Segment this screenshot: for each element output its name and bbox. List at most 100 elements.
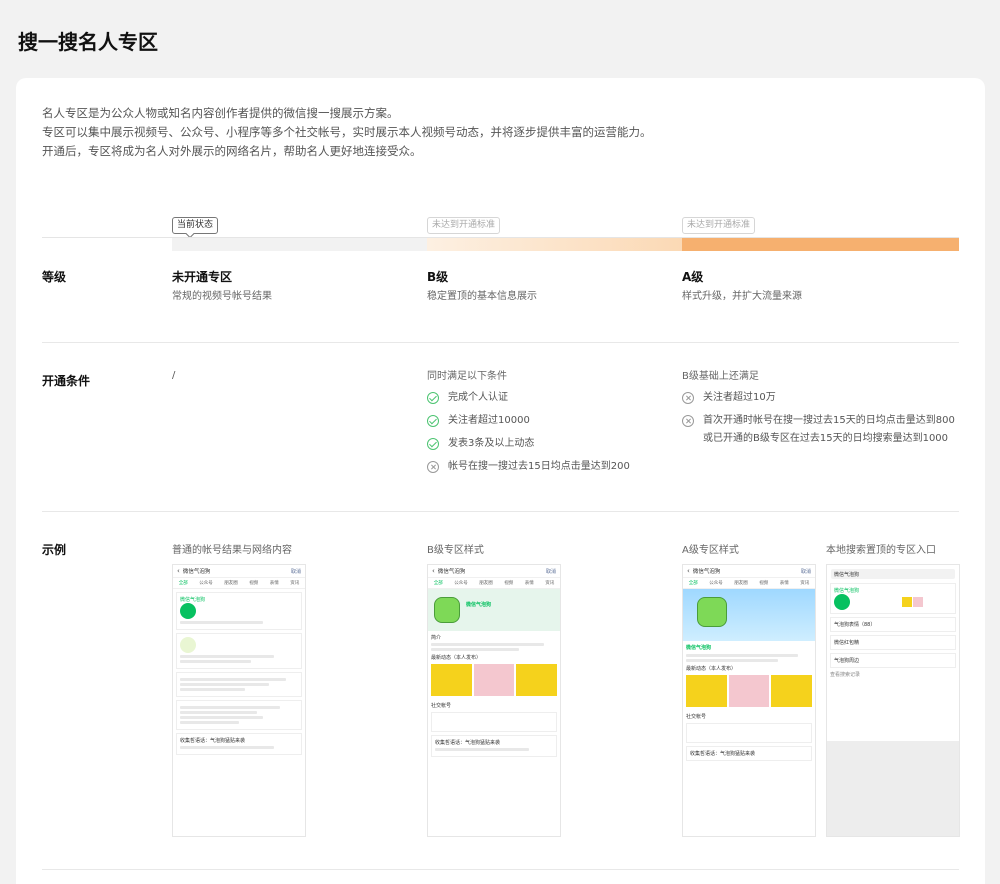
- phone-query: 微信气泡狗: [834, 572, 860, 578]
- phone-local-item-label: 气泡狗周边: [834, 658, 860, 664]
- phone-local-item: 气泡狗表情（88）: [830, 617, 956, 632]
- phone-intro-label: 简介: [431, 635, 442, 641]
- placeholder-line: [435, 748, 530, 751]
- video-thumbnail: [516, 664, 558, 696]
- phone-result-block: [176, 672, 302, 697]
- level-bar-b: [427, 238, 682, 251]
- phone-tab: 资讯: [290, 581, 300, 586]
- conditions-b-heading: 同时满足以下条件: [427, 371, 507, 382]
- phone-tab: 视频: [249, 581, 259, 586]
- conditions-b: 同时满足以下条件 完成个人认证 关注者超过10000 发表3条及以上动态 帐号在…: [427, 370, 630, 481]
- phone-tab: 表情: [524, 581, 534, 586]
- phone-tab: 公众号: [199, 581, 213, 586]
- phone-tab: 全部: [433, 581, 443, 586]
- phone-social-accounts: [686, 723, 812, 743]
- condition-item: 帐号在搜一搜过去15日均点击量达到200: [427, 458, 630, 476]
- condition-item: 关注者超过10000: [427, 412, 630, 430]
- avatar: [180, 637, 196, 653]
- phone-local-item: 微信红包精: [830, 635, 956, 650]
- placeholder-line: [431, 648, 520, 651]
- phone-account-name: 微信气泡狗: [466, 602, 492, 608]
- placeholder-line: [180, 716, 263, 719]
- example-title-b: B级专区样式: [427, 545, 484, 556]
- placeholder-line: [180, 746, 275, 749]
- condition-text: 帐号在搜一搜过去15日均点击量达到200: [448, 461, 630, 472]
- phone-tab: 表情: [779, 581, 789, 586]
- placeholder-line: [180, 660, 251, 663]
- placeholder-line: [180, 721, 239, 724]
- placeholder-line: [686, 659, 779, 662]
- phone-account-name: 微信气泡狗: [686, 645, 712, 651]
- mascot-avatar: [697, 597, 727, 627]
- phone-mockup-normal: ‹ 微信气泡狗 取消 全部 公众号 朋友圈 视频 表情 资讯 微信气泡狗 收集哲…: [172, 564, 306, 837]
- mascot-avatar: [434, 597, 460, 623]
- phone-result-block: 收集哲语话：气泡狗猛贴来袭: [176, 733, 302, 755]
- phone-search-bar: ‹ 微信气泡狗 取消: [428, 565, 560, 578]
- phone-tabs: 全部 公众号 朋友圈 视频 表情 资讯: [428, 578, 560, 589]
- phone-tab: 视频: [504, 581, 514, 586]
- example-title-a: A级专区样式: [682, 545, 739, 556]
- phone-latest-label: 最新动态（本人发布）: [686, 666, 737, 672]
- phone-tab: 全部: [688, 581, 698, 586]
- phone-local-item: 气泡狗周边: [830, 653, 956, 668]
- phone-local-item-label: 气泡狗表情（88）: [834, 622, 876, 628]
- phone-cancel: 取消: [545, 568, 556, 575]
- check-circle-icon: [427, 415, 439, 427]
- phone-latest-label: 最新动态（本人发布）: [431, 655, 482, 661]
- phone-query: 微信气泡狗: [182, 569, 211, 575]
- phone-query: 微信气泡狗: [692, 569, 721, 575]
- condition-text: 关注者超过10000: [448, 415, 530, 426]
- b-level-status-chip: 未达到开通标准: [427, 217, 501, 234]
- phone-result-block: 微信气泡狗: [176, 592, 302, 630]
- bottom-divider: [42, 869, 959, 870]
- phone-tab: 朋友圈: [734, 581, 748, 586]
- phone-social-accounts: [431, 712, 557, 732]
- video-thumbnail: [771, 675, 813, 707]
- placeholder-line: [180, 688, 245, 691]
- thumbnail: [913, 597, 924, 607]
- phone-social-head: 社交帐号: [686, 714, 707, 720]
- phone-profile-banner: 微信气泡狗: [428, 589, 560, 631]
- phone-account-name: 微信气泡狗: [834, 588, 860, 594]
- example-title-local: 本地搜索置顶的专区入口: [826, 545, 936, 556]
- row-label-level: 等级: [42, 270, 67, 284]
- placeholder-line: [180, 621, 263, 624]
- intro-line: 专区可以集中展示视频号、公众号、小程序等多个社交帐号，实时展示本人视频号动态，并…: [42, 125, 652, 139]
- conditions-none: /: [172, 370, 175, 381]
- phone-tab: 全部: [178, 581, 188, 586]
- level-bar-a: [682, 238, 959, 251]
- placeholder-line: [180, 683, 269, 686]
- back-arrow-icon: ‹: [687, 567, 690, 575]
- condition-text: 关注者超过10万: [703, 392, 776, 403]
- intro-text: 名人专区是为公众人物或知名内容创作者提供的微信搜一搜展示方案。 专区可以集中展示…: [42, 104, 652, 161]
- thumbnail: [901, 597, 912, 607]
- phone-card-title: 收集哲语话：气泡狗猛贴来袭: [435, 740, 501, 746]
- conditions-a: B级基础上还满足 关注者超过10万 首次开通时帐号在搜一搜过去15天的日均点击量…: [682, 370, 962, 453]
- current-status-label: 当前状态: [177, 220, 214, 230]
- phone-search-field: 微信气泡狗: [831, 569, 955, 579]
- phone-tab: 表情: [269, 581, 279, 586]
- level-desc-a: 样式升级，并扩大流量来源: [682, 291, 802, 302]
- phone-tab: 朋友圈: [479, 581, 493, 586]
- condition-text: 首次开通时帐号在搜一搜过去15天的日均点击量达到800: [703, 415, 955, 426]
- intro-line: 开通后，专区将成为名人对外展示的网络名片，帮助名人更好地连接受众。: [42, 144, 422, 158]
- conditions-none-text: /: [172, 370, 176, 381]
- phone-result-block: [176, 633, 302, 669]
- phone-cancel: 取消: [290, 568, 301, 575]
- content-card: 名人专区是为公众人物或知名内容创作者提供的微信搜一搜展示方案。 专区可以集中展示…: [16, 78, 985, 884]
- placeholder-line: [180, 706, 281, 709]
- placeholder-line: [180, 655, 275, 658]
- phone-local-item-label: 微信红包精: [834, 640, 860, 646]
- phone-tab: 朋友圈: [224, 581, 238, 586]
- video-thumbnail: [728, 675, 770, 707]
- check-circle-icon: [427, 438, 439, 450]
- intro-line: 名人专区是为公众人物或知名内容创作者提供的微信搜一搜展示方案。: [42, 106, 399, 120]
- level-name-b: B级: [427, 270, 449, 284]
- conditions-a-heading: B级基础上还满足: [682, 371, 759, 382]
- condition-item: 关注者超过10万: [682, 389, 962, 407]
- phone-card-title: 收集哲语话：气泡狗猛贴来袭: [690, 751, 756, 757]
- back-arrow-icon: ‹: [432, 567, 435, 575]
- check-circle-icon: [427, 392, 439, 404]
- level-desc-b: 稳定置顶的基本信息展示: [427, 291, 537, 302]
- placeholder-line: [686, 654, 799, 657]
